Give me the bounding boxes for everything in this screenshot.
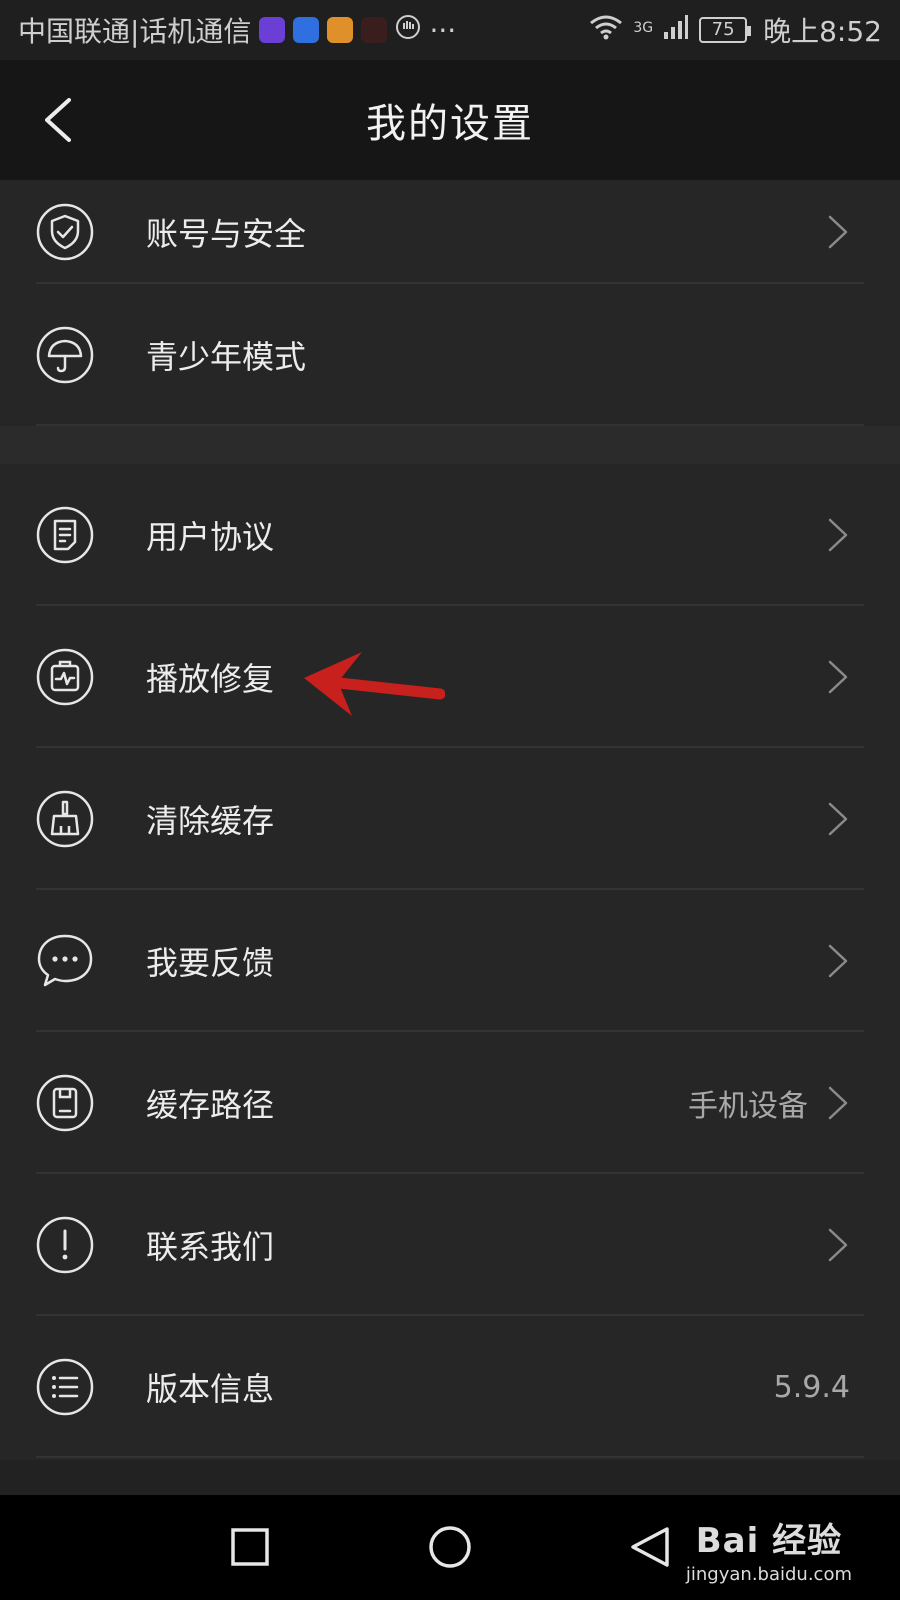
page-title: 我的设置: [366, 101, 534, 147]
header-bar: 我的设置: [0, 60, 900, 180]
bulb-notification-icon: [293, 17, 320, 43]
settings-row-label: 账号与安全: [146, 215, 307, 253]
document-icon: [36, 506, 94, 564]
chevron-right-icon: [828, 1228, 848, 1262]
back-button[interactable]: [28, 90, 88, 150]
watermark-brand: Bai 经验: [695, 1521, 843, 1561]
settings-row-feedback[interactable]: 我要反馈: [0, 890, 900, 1032]
settings-row-label: 我要反馈: [146, 944, 275, 982]
carrier-name: 中国联通|话机通信: [18, 15, 252, 48]
settings-row-label: 青少年模式: [146, 338, 307, 376]
more-notifications: ···: [429, 13, 457, 47]
clock: 晚上8:52: [763, 15, 882, 48]
divider: [36, 1456, 864, 1458]
settings-row-label: 缓存路径: [146, 1086, 275, 1124]
settings-row-account-security[interactable]: 账号与安全: [0, 180, 900, 284]
annotation-arrow-icon: [304, 652, 445, 716]
home-button[interactable]: [420, 1517, 480, 1577]
settings-row-teen-mode[interactable]: 青少年模式: [0, 284, 900, 426]
hand-notification-icon: [395, 14, 421, 47]
mask-notification-icon: [361, 17, 388, 43]
chat-bubble-icon: [37, 934, 93, 987]
repair-kit-icon: [36, 648, 94, 706]
settings-row-cache-path[interactable]: 缓存路径 手机设备: [0, 1032, 900, 1174]
settings-row-value: 手机设备: [688, 1089, 808, 1124]
watermark-url: jingyan.baidu.com: [685, 1564, 852, 1585]
settings-group-account: 账号与安全 青少年模式: [0, 180, 900, 426]
broom-icon: [36, 790, 94, 848]
system-back-button[interactable]: [620, 1517, 680, 1577]
box-notification-icon: [327, 17, 354, 43]
chevron-right-icon: [828, 1086, 848, 1120]
back-triangle-icon: [631, 1527, 669, 1567]
system-nav-bar: Bai 经验 jingyan.baidu.com: [0, 1495, 900, 1600]
recents-button[interactable]: [220, 1517, 280, 1577]
list-icon: [36, 1358, 94, 1416]
settings-row-label: 清除缓存: [146, 802, 275, 840]
settings-group-general: 用户协议 播放修复 清除缓存 我要反馈 缓存路径 手机设备 联系我们 版本信息 …: [0, 464, 900, 1460]
app-notification-icon: [259, 17, 286, 43]
umbrella-icon: [36, 326, 94, 384]
chevron-right-icon: [828, 215, 848, 249]
network-type: 3G: [633, 20, 654, 36]
baidu-watermark: Bai 经验 jingyan.baidu.com: [686, 1513, 852, 1585]
wifi-icon: [589, 14, 623, 47]
settings-row-contact-us[interactable]: 联系我们: [0, 1174, 900, 1316]
settings-row-user-agreement[interactable]: 用户协议: [0, 464, 900, 606]
settings-row-label: 播放修复: [146, 660, 275, 698]
home-circle-icon: [429, 1526, 471, 1568]
chevron-right-icon: [828, 518, 848, 552]
settings-row-label: 用户协议: [146, 518, 275, 556]
recents-square-icon: [231, 1528, 269, 1566]
settings-row-label: 版本信息: [146, 1370, 275, 1408]
settings-row-version-info[interactable]: 版本信息 5.9.4: [0, 1316, 900, 1458]
chevron-right-icon: [828, 660, 848, 694]
battery-indicator: 75: [699, 17, 752, 43]
chevron-right-icon: [828, 944, 848, 978]
status-bar: 中国联通|话机通信 ··· 3G 75 晚上8:52: [0, 0, 900, 60]
chevron-right-icon: [828, 802, 848, 836]
section-separator: [0, 426, 900, 464]
settings-row-playback-repair[interactable]: 播放修复: [0, 606, 900, 748]
phone-storage-icon: [36, 1074, 94, 1132]
settings-row-clear-cache[interactable]: 清除缓存: [0, 748, 900, 890]
shield-check-icon: [36, 203, 94, 261]
version-number: 5.9.4: [773, 1369, 850, 1405]
exclamation-icon: [36, 1216, 94, 1274]
settings-row-label: 联系我们: [146, 1228, 275, 1266]
signal-icon: [663, 14, 689, 47]
chevron-left-icon: [45, 98, 71, 142]
